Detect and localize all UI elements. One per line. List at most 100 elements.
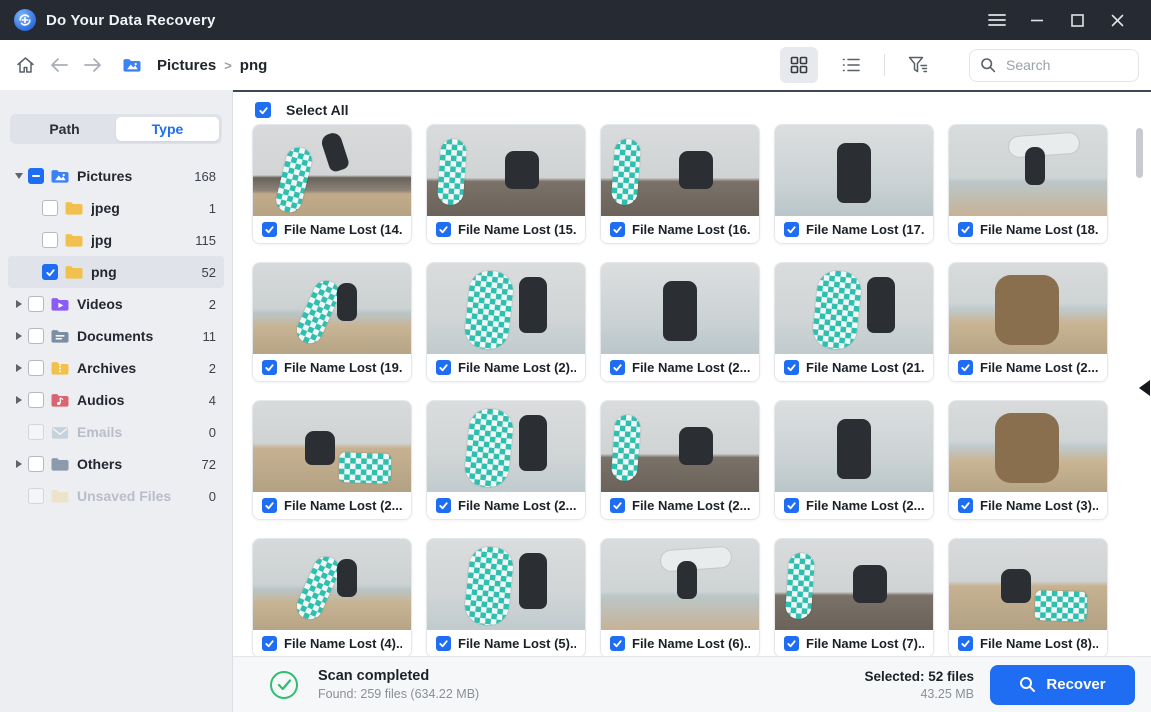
sidebar-tab-path[interactable]: Path [13, 117, 116, 141]
file-card[interactable]: File Name Lost (2... [600, 400, 760, 520]
file-card[interactable]: File Name Lost (15... [426, 124, 586, 244]
tree-item-archives[interactable]: Archives2 [8, 352, 224, 384]
file-card[interactable]: File Name Lost (8)... [948, 538, 1108, 658]
file-card[interactable]: File Name Lost (2)... [426, 262, 586, 382]
checkbox-unchecked[interactable] [28, 392, 44, 408]
tree-item-jpg[interactable]: jpg115 [8, 224, 224, 256]
file-thumbnail [601, 539, 759, 630]
checkbox-checked[interactable] [262, 498, 277, 513]
file-card[interactable]: File Name Lost (2... [774, 400, 934, 520]
file-card[interactable]: File Name Lost (19... [252, 262, 412, 382]
file-label-row: File Name Lost (2... [427, 492, 585, 519]
file-card[interactable]: File Name Lost (6)... [600, 538, 760, 658]
close-button[interactable] [1097, 0, 1137, 40]
tree-item-emails[interactable]: Emails0 [8, 416, 224, 448]
breadcrumb-current[interactable]: png [240, 57, 268, 74]
checkbox-checked[interactable] [610, 222, 625, 237]
tree-item-jpeg[interactable]: jpeg1 [8, 192, 224, 224]
tree-expanded-arrow-icon[interactable] [12, 173, 26, 179]
checkbox-checked[interactable] [436, 360, 451, 375]
checkbox-checked[interactable] [436, 498, 451, 513]
checkbox-checked[interactable] [436, 636, 451, 651]
file-label-row: File Name Lost (21... [775, 354, 933, 381]
tree-item-documents[interactable]: Documents11 [8, 320, 224, 352]
tree-item-videos[interactable]: Videos2 [8, 288, 224, 320]
checkbox-unchecked[interactable] [42, 232, 58, 248]
file-card[interactable]: File Name Lost (2... [948, 262, 1108, 382]
file-card[interactable]: File Name Lost (18... [948, 124, 1108, 244]
file-card[interactable]: File Name Lost (7)... [774, 538, 934, 658]
maximize-button[interactable] [1057, 0, 1097, 40]
file-thumbnail [601, 263, 759, 354]
checkbox-checked[interactable] [958, 498, 973, 513]
file-card[interactable]: File Name Lost (14... [252, 124, 412, 244]
checkbox-unchecked[interactable] [28, 360, 44, 376]
file-card[interactable]: File Name Lost (4)... [252, 538, 412, 658]
file-card[interactable]: File Name Lost (2... [252, 400, 412, 520]
file-card[interactable]: File Name Lost (2... [426, 400, 586, 520]
checkbox-checked[interactable] [958, 636, 973, 651]
back-button[interactable] [44, 50, 74, 80]
tree-item-label: Documents [77, 328, 153, 344]
checkbox-unchecked[interactable] [28, 328, 44, 344]
file-card[interactable]: File Name Lost (17... [774, 124, 934, 244]
file-card[interactable]: File Name Lost (16... [600, 124, 760, 244]
file-name: File Name Lost (3)... [980, 498, 1098, 513]
file-label-row: File Name Lost (7)... [775, 630, 933, 657]
search-input[interactable] [1006, 57, 1116, 73]
collapse-panel-handle[interactable] [1139, 380, 1151, 400]
filter-button[interactable] [899, 47, 937, 83]
checkbox-checked[interactable] [262, 360, 277, 375]
checkbox-unchecked[interactable] [28, 488, 44, 504]
tree-item-audios[interactable]: Audios4 [8, 384, 224, 416]
toolbar: Pictures > png [0, 40, 1151, 90]
grid-view-button[interactable] [780, 47, 818, 83]
tree-collapsed-arrow-icon[interactable] [12, 396, 26, 404]
sidebar-tab-type[interactable]: Type [116, 117, 219, 141]
checkbox-checked[interactable] [610, 360, 625, 375]
checkbox-checked[interactable] [784, 222, 799, 237]
file-card[interactable]: File Name Lost (5)... [426, 538, 586, 658]
checkbox-indeterminate[interactable] [28, 168, 44, 184]
checkbox-checked[interactable] [436, 222, 451, 237]
file-card[interactable]: File Name Lost (3)... [948, 400, 1108, 520]
checkbox-checked[interactable] [262, 636, 277, 651]
tree-item-count: 72 [202, 457, 216, 472]
file-label-row: File Name Lost (17... [775, 216, 933, 243]
checkbox-unchecked[interactable] [28, 296, 44, 312]
checkbox-checked[interactable] [958, 360, 973, 375]
tree-collapsed-arrow-icon[interactable] [12, 332, 26, 340]
file-name: File Name Lost (5)... [458, 636, 576, 651]
checkbox-checked[interactable] [262, 222, 277, 237]
tree-item-pictures[interactable]: Pictures168 [8, 160, 224, 192]
minimize-button[interactable] [1017, 0, 1057, 40]
checkbox-unchecked[interactable] [42, 200, 58, 216]
tree-collapsed-arrow-icon[interactable] [12, 300, 26, 308]
tree-collapsed-arrow-icon[interactable] [12, 460, 26, 468]
menu-icon[interactable] [977, 0, 1017, 40]
home-button[interactable] [10, 50, 40, 80]
select-all-checkbox[interactable] [255, 102, 271, 118]
list-view-button[interactable] [832, 47, 870, 83]
recover-button[interactable]: Recover [990, 665, 1135, 705]
breadcrumb-root[interactable]: Pictures [157, 57, 216, 74]
checkbox-checked[interactable] [784, 636, 799, 651]
checkbox-checked[interactable] [784, 498, 799, 513]
file-grid: File Name Lost (14...File Name Lost (15.… [252, 124, 1151, 658]
file-label-row: File Name Lost (8)... [949, 630, 1107, 657]
checkbox-checked[interactable] [784, 360, 799, 375]
checkbox-checked[interactable] [42, 264, 58, 280]
tree-item-unsaved-files[interactable]: Unsaved Files0 [8, 480, 224, 512]
vertical-scrollbar[interactable] [1136, 128, 1143, 178]
checkbox-unchecked[interactable] [28, 424, 44, 440]
tree-collapsed-arrow-icon[interactable] [12, 364, 26, 372]
tree-item-others[interactable]: Others72 [8, 448, 224, 480]
checkbox-checked[interactable] [610, 636, 625, 651]
forward-button[interactable] [78, 50, 108, 80]
file-card[interactable]: File Name Lost (2... [600, 262, 760, 382]
tree-item-png[interactable]: png52 [8, 256, 224, 288]
checkbox-unchecked[interactable] [28, 456, 44, 472]
checkbox-checked[interactable] [610, 498, 625, 513]
checkbox-checked[interactable] [958, 222, 973, 237]
file-card[interactable]: File Name Lost (21... [774, 262, 934, 382]
